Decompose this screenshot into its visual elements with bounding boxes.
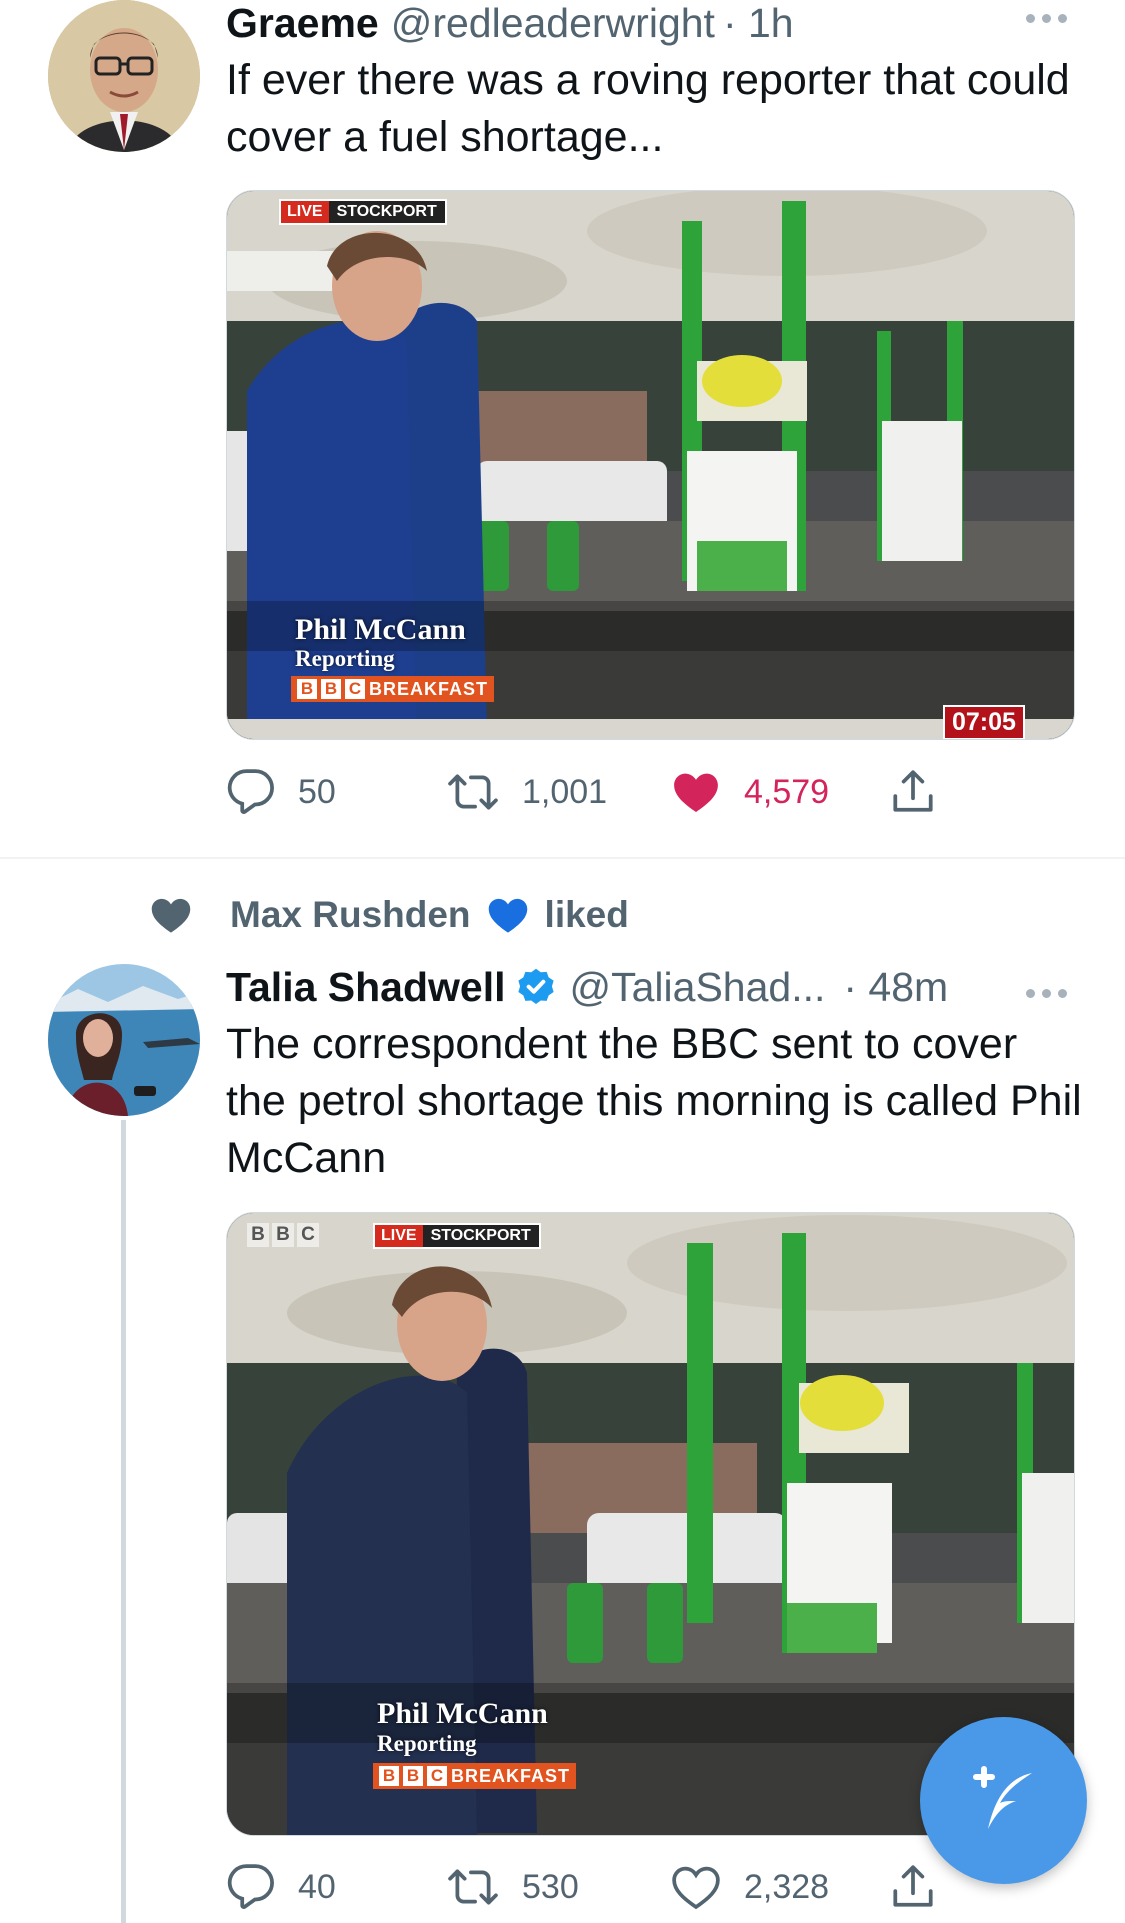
retweet-button[interactable]: 530 xyxy=(446,1857,579,1917)
location-label: STOCKPORT xyxy=(328,201,445,223)
compose-tweet-icon xyxy=(972,1765,1032,1829)
more-icon[interactable] xyxy=(1026,8,1076,28)
tweet-header: Graeme @redleaderwright · 1h xyxy=(226,0,794,47)
reply-icon xyxy=(227,769,274,814)
reply-count: 40 xyxy=(298,1867,336,1906)
retweet-icon xyxy=(448,1869,498,1905)
avatar-graeme[interactable] xyxy=(48,0,200,152)
share-icon xyxy=(893,770,933,812)
heart-icon xyxy=(151,898,191,933)
blue-heart-icon xyxy=(488,898,527,933)
thread-line xyxy=(121,1120,126,1923)
bbc-breakfast-tag: B B C BREAKFAST xyxy=(291,676,495,702)
reporter-name: Phil McCann xyxy=(377,1697,548,1730)
bbc-breakfast-tag: B B C BREAKFAST xyxy=(373,1763,577,1789)
retweet-count: 530 xyxy=(522,1867,579,1906)
reply-button[interactable]: 40 xyxy=(226,1857,336,1917)
reply-button[interactable]: 50 xyxy=(226,762,336,822)
share-button[interactable] xyxy=(888,1857,938,1917)
reporter-role: Reporting xyxy=(295,646,395,671)
tweet-actions: 50 1,001 4,579 xyxy=(226,762,986,822)
programme-label: BREAKFAST xyxy=(369,678,489,699)
tweet-time[interactable]: · 1h xyxy=(723,0,794,47)
tweet-time[interactable]: · 48m xyxy=(843,964,948,1011)
reporter-role: Reporting xyxy=(377,1731,477,1756)
tweet-header: Talia Shadwell @TaliaShad... · 48m xyxy=(226,964,948,1011)
like-icon xyxy=(674,773,718,812)
bbc-letter: C xyxy=(345,679,365,699)
bbc-letter: B xyxy=(379,1766,399,1786)
live-label: LIVE xyxy=(375,1225,423,1247)
more-icon[interactable] xyxy=(1026,983,1076,1003)
like-icon xyxy=(672,1866,720,1910)
programme-label: BREAKFAST xyxy=(451,1765,571,1786)
compose-tweet-button[interactable] xyxy=(920,1717,1087,1884)
reply-icon xyxy=(227,1864,274,1909)
author-handle[interactable]: @TaliaShad... xyxy=(570,964,826,1011)
bbc-watermark: B B C xyxy=(247,1223,319,1247)
like-button[interactable]: 4,579 xyxy=(670,762,829,822)
share-button[interactable] xyxy=(888,762,938,822)
author-handle[interactable]: @redleaderwright xyxy=(391,0,715,47)
broadcast-clock: 07:05 xyxy=(943,705,1025,739)
bbc-letter: B xyxy=(272,1223,294,1247)
tweet-divider xyxy=(0,857,1125,859)
reporter-name: Phil McCann xyxy=(295,613,466,646)
tweet-text: The correspondent the BBC sent to cover … xyxy=(226,1020,1082,1182)
liker-name[interactable]: Max Rushden xyxy=(230,894,471,936)
live-banner: LIVE STOCKPORT xyxy=(373,1223,541,1249)
like-count: 2,328 xyxy=(744,1867,830,1906)
author-name[interactable]: Talia Shadwell xyxy=(226,964,506,1011)
bbc-letter: C xyxy=(427,1766,447,1786)
avatar-talia[interactable] xyxy=(48,964,200,1116)
like-button[interactable]: 2,328 xyxy=(670,1857,829,1917)
retweet-button[interactable]: 1,001 xyxy=(446,762,607,822)
tweet-media[interactable]: LIVE STOCKPORT Phil McCann Reporting B B… xyxy=(226,190,1075,740)
tweet-actions: 40 530 2,328 xyxy=(226,1857,986,1917)
location-label: STOCKPORT xyxy=(422,1225,539,1247)
verified-badge-icon xyxy=(517,968,554,1004)
tweet-1[interactable]: Graeme @redleaderwright · 1h If ever the… xyxy=(0,0,1125,857)
bbc-letter: B xyxy=(403,1766,423,1786)
bbc-letter: B xyxy=(321,679,341,699)
like-count: 4,579 xyxy=(744,772,830,811)
bbc-letter: B xyxy=(247,1223,269,1247)
social-verb: liked xyxy=(544,894,629,935)
live-label: LIVE xyxy=(281,201,329,223)
retweet-icon xyxy=(448,774,498,810)
tweet-text: If ever there was a roving reporter that… xyxy=(226,56,1070,161)
social-context[interactable]: Max Rushden liked xyxy=(148,893,629,937)
live-banner: LIVE STOCKPORT xyxy=(279,199,447,225)
retweet-count: 1,001 xyxy=(522,772,608,811)
reply-count: 50 xyxy=(298,772,336,811)
author-name[interactable]: Graeme xyxy=(226,0,379,47)
bbc-letter: C xyxy=(297,1223,319,1247)
bbc-letter: B xyxy=(297,679,317,699)
share-icon xyxy=(893,1865,933,1907)
